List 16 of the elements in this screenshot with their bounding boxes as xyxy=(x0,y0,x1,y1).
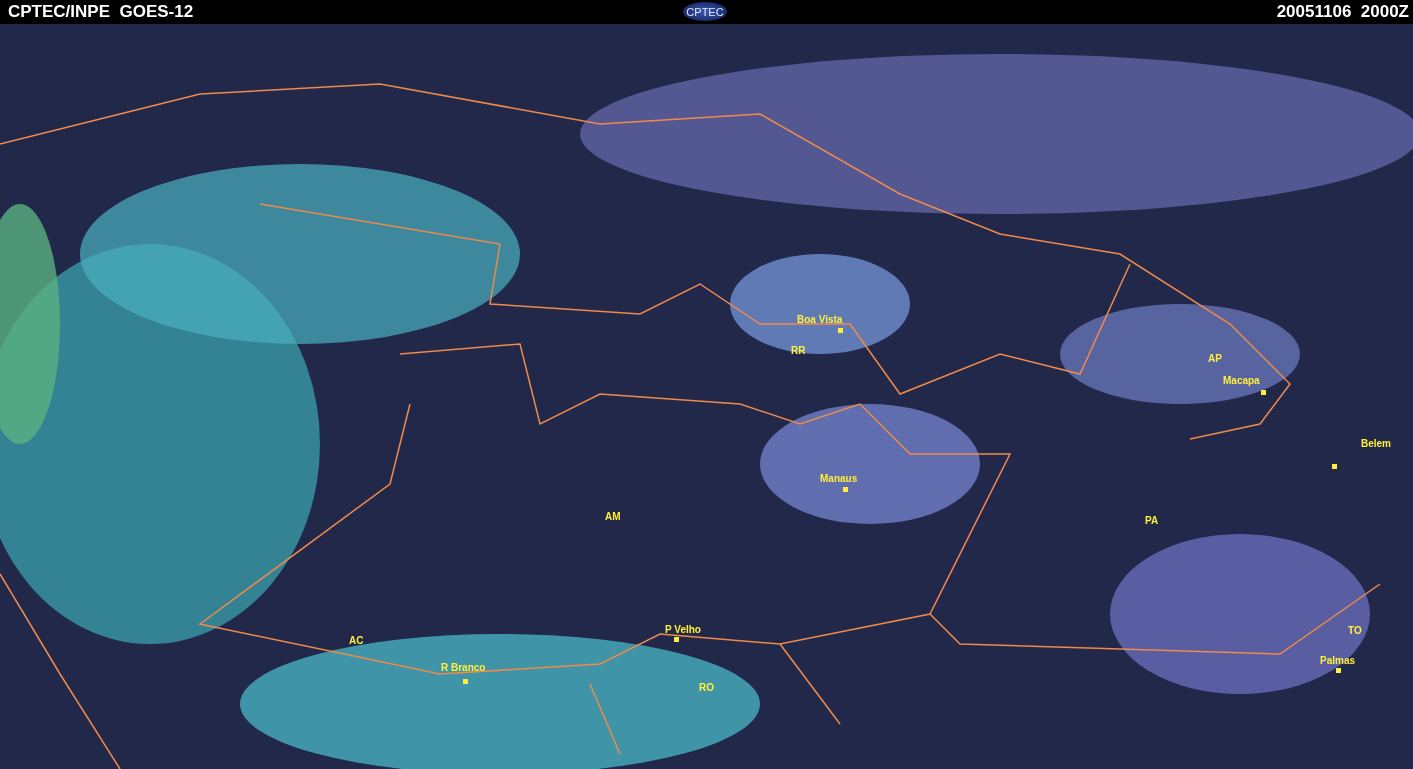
city-label: Palmas xyxy=(1320,655,1356,667)
city-label: P Velho xyxy=(665,624,701,636)
logo: CPTEC xyxy=(683,2,727,21)
timestamp: 20051106 2000Z xyxy=(1276,2,1409,22)
state-label: RO xyxy=(699,682,714,694)
state-label: AP xyxy=(1208,353,1222,365)
city-label: Macapa xyxy=(1223,375,1260,387)
city-label: R Branco xyxy=(441,662,486,674)
city-label: Manaus xyxy=(820,473,858,485)
city-label: Boa Vista xyxy=(797,314,843,326)
city-label: Belem xyxy=(1361,438,1391,450)
state-label: TO xyxy=(1348,625,1362,637)
state-label: AM xyxy=(605,511,621,523)
state-label: PA xyxy=(1145,515,1159,527)
header-title: CPTEC/INPE GOES-12 xyxy=(8,2,194,22)
state-label: AC xyxy=(349,635,364,647)
